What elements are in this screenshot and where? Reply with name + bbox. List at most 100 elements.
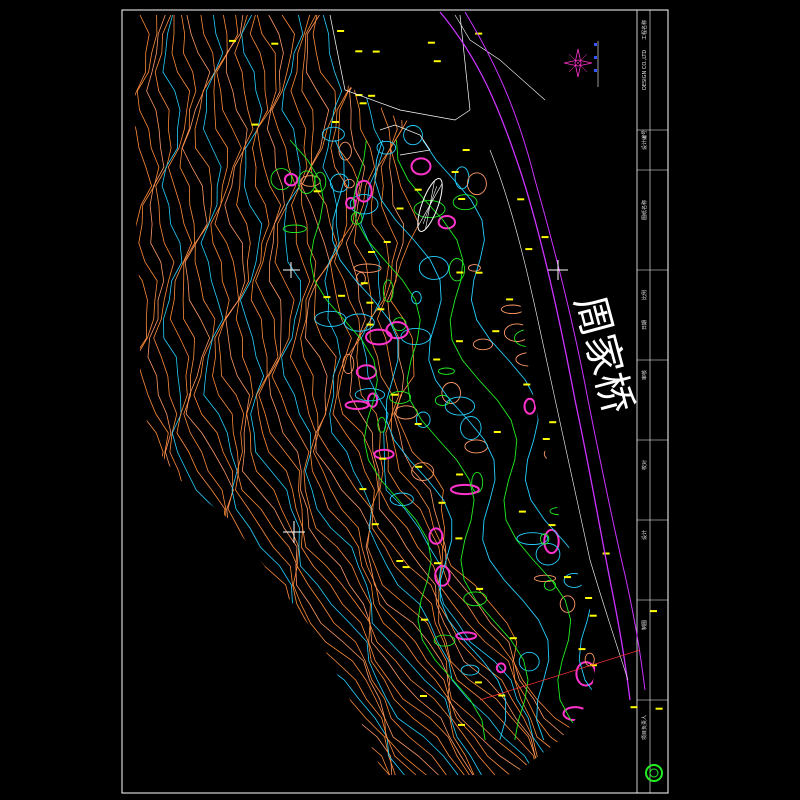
elevation-marker bbox=[541, 236, 549, 239]
contour-line bbox=[249, 15, 465, 776]
contour-line bbox=[389, 15, 600, 776]
contour-line bbox=[310, 15, 538, 776]
garden-blob bbox=[411, 291, 422, 305]
title-block-row: 设计 bbox=[641, 530, 648, 540]
elevation-marker bbox=[251, 123, 259, 126]
elevation-marker bbox=[492, 330, 500, 333]
title-block: 工程名称 DESIGN CO.,LTD 设计编号图纸名称比例日期审核校对设计制图项目… bbox=[637, 10, 668, 793]
elevation-marker bbox=[420, 695, 427, 697]
elevation-marker bbox=[475, 271, 483, 274]
elevation-marker bbox=[421, 618, 428, 621]
title-block-row: 工程名称 bbox=[641, 20, 648, 40]
elevation-marker bbox=[396, 560, 404, 562]
garden-blob bbox=[563, 572, 585, 588]
garden-blob bbox=[515, 352, 544, 367]
elevation-marker bbox=[366, 301, 374, 304]
elevation-marker bbox=[433, 358, 441, 361]
elevation-marker bbox=[338, 294, 346, 297]
title-block-row: 审核 bbox=[641, 370, 648, 380]
title-block-row: DESIGN CO.,LTD bbox=[642, 50, 648, 90]
contour-line bbox=[179, 15, 390, 776]
title-block-row: 设计编号 bbox=[641, 130, 648, 150]
garden-blob bbox=[355, 364, 378, 380]
elevation-marker bbox=[509, 637, 517, 640]
elevation-marker bbox=[455, 537, 463, 540]
garden-blob bbox=[523, 397, 537, 415]
garden-blob bbox=[282, 224, 307, 234]
elevation-marker bbox=[433, 60, 441, 63]
garden-blob bbox=[518, 651, 540, 672]
elevation-marker bbox=[323, 296, 331, 299]
garden-blob bbox=[434, 564, 451, 587]
garden-blob bbox=[270, 168, 293, 191]
elevation-marker bbox=[377, 308, 385, 311]
contour-line bbox=[167, 15, 390, 776]
elevation-marker bbox=[271, 42, 279, 45]
garden-blob bbox=[533, 574, 557, 583]
elevation-marker bbox=[518, 510, 526, 513]
elevation-marker bbox=[337, 30, 345, 32]
elevation-marker bbox=[229, 39, 236, 42]
elevation-marker bbox=[549, 421, 557, 424]
elevation-marker bbox=[313, 190, 321, 193]
elevation-marker bbox=[371, 523, 379, 526]
elevation-marker bbox=[402, 566, 410, 569]
contour-lines bbox=[135, 15, 600, 776]
garden-blob bbox=[543, 446, 566, 462]
elevation-marker bbox=[455, 340, 463, 343]
elevation-marker bbox=[414, 423, 422, 425]
title-block-row: 图纸名称 bbox=[641, 200, 648, 220]
elevation-marker bbox=[525, 248, 533, 251]
garden-blob bbox=[557, 465, 568, 479]
garden-blob bbox=[472, 338, 494, 351]
elevation-marker bbox=[548, 524, 556, 527]
garden-blob bbox=[460, 664, 480, 676]
building-outline bbox=[329, 14, 546, 156]
elevation-marker bbox=[578, 648, 586, 651]
elevation-marker bbox=[379, 457, 387, 460]
elevation-marker bbox=[493, 431, 501, 433]
garden-blob bbox=[568, 475, 585, 491]
elevation-marker bbox=[564, 576, 571, 579]
title-block-row: 比例 bbox=[641, 290, 648, 300]
contour-line bbox=[281, 15, 482, 776]
elevation-marker bbox=[650, 610, 657, 613]
garden-blob bbox=[452, 194, 478, 211]
garden-blob bbox=[329, 173, 350, 193]
garden-blob bbox=[464, 439, 488, 454]
garden-blob bbox=[454, 166, 470, 190]
elevation-marker bbox=[368, 251, 376, 253]
contour-line bbox=[387, 15, 600, 776]
elevation-marker bbox=[456, 473, 464, 476]
elevation-marker bbox=[456, 271, 464, 274]
elevation-marker bbox=[366, 323, 374, 326]
garden-blob bbox=[466, 172, 487, 196]
garden-blob bbox=[471, 471, 484, 494]
garden-blob bbox=[410, 157, 432, 176]
garden-blob bbox=[514, 329, 543, 348]
elevation-marker bbox=[434, 562, 441, 565]
title-block-row: 日期 bbox=[642, 320, 648, 330]
elevation-marker bbox=[368, 94, 376, 97]
contour-line bbox=[239, 15, 459, 776]
elevation-marker bbox=[498, 694, 506, 697]
elevation-marker bbox=[359, 488, 367, 491]
elevation-marker bbox=[517, 198, 525, 201]
garden-path bbox=[422, 139, 600, 741]
pavilion-structure bbox=[417, 178, 443, 232]
contour-line bbox=[255, 15, 470, 776]
elevation-marker bbox=[438, 501, 446, 504]
garden-blob bbox=[437, 367, 455, 375]
elevation-marker bbox=[523, 383, 531, 386]
elevation-marker bbox=[458, 198, 466, 200]
elevation-marker bbox=[396, 207, 404, 210]
garden-blob bbox=[495, 662, 507, 674]
elevation-marker bbox=[602, 552, 610, 555]
title-block-row: 校对 bbox=[641, 460, 648, 470]
garden-blob bbox=[394, 405, 418, 420]
title-block-row: 项目负责人 bbox=[641, 715, 648, 740]
garden-blob bbox=[500, 304, 525, 315]
elevation-marker bbox=[414, 188, 422, 191]
street-name-label: 周家桥 bbox=[565, 291, 640, 419]
elevation-marker bbox=[427, 41, 435, 44]
